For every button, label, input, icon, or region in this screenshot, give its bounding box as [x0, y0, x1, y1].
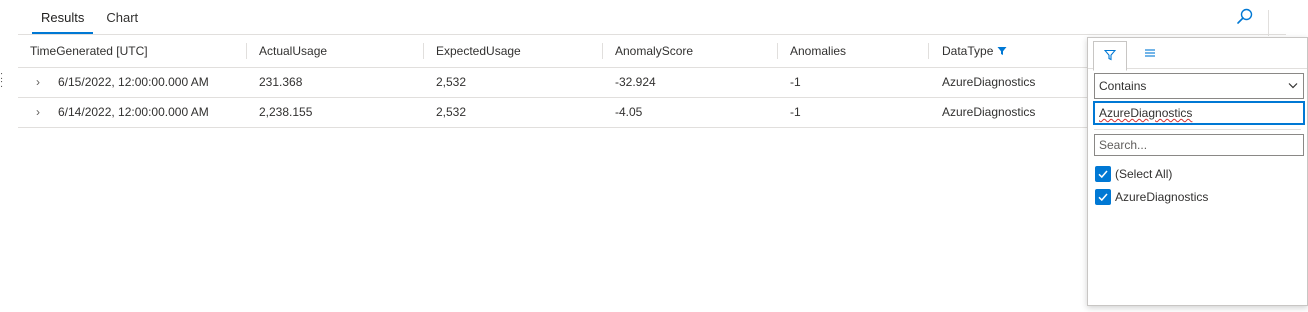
filter-search-input[interactable]: Search...	[1094, 134, 1304, 156]
tab-divider	[18, 34, 1286, 35]
divider	[1094, 129, 1301, 130]
search-icon[interactable]	[1234, 6, 1256, 28]
column-header-anomalyscore[interactable]: AnomalyScore	[615, 36, 693, 67]
table-row[interactable]: › 6/14/2022, 12:00:00.000 AM 2,238.155 2…	[18, 98, 1087, 128]
table-row[interactable]: › 6/15/2022, 12:00:00.000 AM 231.368 2,5…	[18, 68, 1087, 98]
checkbox[interactable]	[1095, 189, 1111, 205]
filter-value-input[interactable]: AzureDiagnostics	[1093, 101, 1305, 125]
cell-anomalies: -1	[790, 75, 801, 89]
chevron-right-icon[interactable]: ›	[33, 68, 43, 97]
cell-actualusage: 2,238.155	[259, 105, 313, 119]
filter-option-select-all[interactable]: (Select All)	[1095, 165, 1172, 183]
column-resizer[interactable]	[928, 43, 929, 59]
columns-tab[interactable]	[1134, 41, 1166, 67]
filter-option-label: (Select All)	[1115, 167, 1173, 181]
checkbox[interactable]	[1095, 166, 1111, 182]
filter-value-text: AzureDiagnostics	[1099, 106, 1193, 120]
column-resizer[interactable]	[246, 43, 247, 59]
column-resizer[interactable]	[423, 43, 424, 59]
filter-icon	[1103, 49, 1117, 64]
chevron-right-icon[interactable]: ›	[33, 98, 43, 127]
cell-expectedusage: 2,532	[436, 75, 467, 89]
cell-datatype: AzureDiagnostics	[942, 105, 1036, 119]
cell-timegenerated: 6/14/2022, 12:00:00.000 AM	[58, 105, 209, 119]
result-tabs: Results Chart	[30, 0, 149, 34]
filter-option-label: AzureDiagnostics	[1115, 190, 1209, 204]
toolbar-divider	[1268, 10, 1269, 36]
column-header-datatype-label: DataType	[942, 44, 994, 58]
filter-option-azurediagnostics[interactable]: AzureDiagnostics	[1095, 188, 1208, 206]
grid-header: TimeGenerated [UTC] ActualUsage Expected…	[18, 36, 1087, 68]
filter-operator-value: Contains	[1099, 79, 1147, 93]
results-grid: TimeGenerated [UTC] ActualUsage Expected…	[18, 36, 1087, 128]
column-header-expectedusage[interactable]: ExpectedUsage	[436, 36, 521, 67]
tab-chart[interactable]: Chart	[95, 0, 149, 34]
column-header-actualusage[interactable]: ActualUsage	[259, 36, 327, 67]
checkmark-icon	[1098, 170, 1108, 179]
cell-expectedusage: 2,532	[436, 105, 467, 119]
column-resizer[interactable]	[777, 43, 778, 59]
filter-tab[interactable]	[1093, 41, 1127, 71]
menu-icon	[1144, 47, 1156, 61]
checkmark-icon	[1098, 193, 1108, 202]
filter-panel-tabs	[1088, 38, 1307, 71]
column-header-timegenerated[interactable]: TimeGenerated [UTC]	[30, 36, 148, 67]
filter-icon[interactable]	[997, 44, 1007, 58]
column-resizer[interactable]	[602, 43, 603, 59]
cell-anomalies: -1	[790, 105, 801, 119]
tab-results[interactable]: Results	[30, 0, 95, 34]
drag-handle-icon[interactable]: ::	[0, 71, 3, 90]
cell-anomalyscore: -4.05	[615, 105, 643, 119]
filter-operator-select[interactable]: Contains	[1094, 73, 1304, 99]
column-header-datatype[interactable]: DataType	[942, 36, 1007, 67]
cell-datatype: AzureDiagnostics	[942, 75, 1036, 89]
column-header-anomalies[interactable]: Anomalies	[790, 36, 846, 67]
cell-timegenerated: 6/15/2022, 12:00:00.000 AM	[58, 75, 209, 89]
cell-actualusage: 231.368	[259, 75, 303, 89]
cell-anomalyscore: -32.924	[615, 75, 656, 89]
column-filter-panel: Contains AzureDiagnostics Search... (Sel…	[1087, 37, 1308, 306]
